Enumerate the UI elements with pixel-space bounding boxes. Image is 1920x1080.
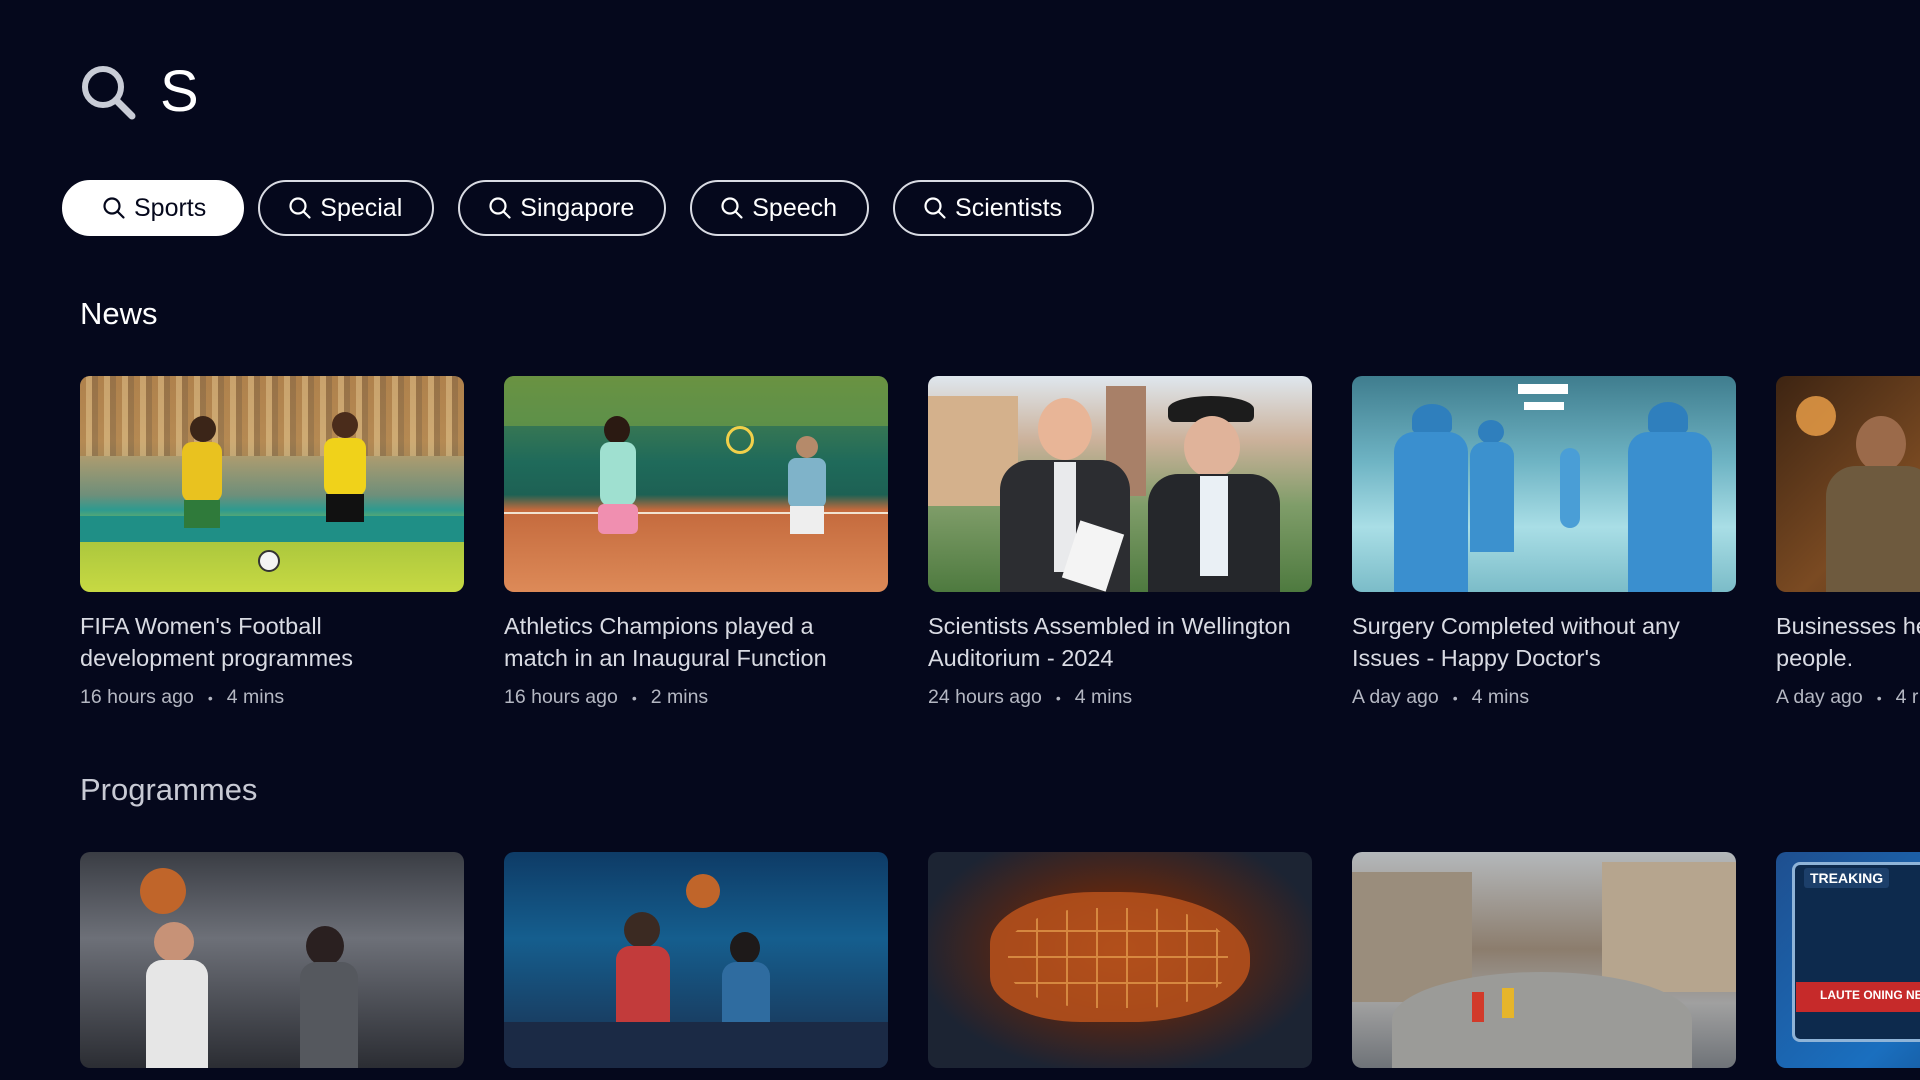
search-icon <box>82 66 136 120</box>
news-card-title: Athletics Champions played a match in an… <box>504 613 827 671</box>
news-card[interactable]: Businesses he people. A day ago • 4 r <box>1776 376 1920 709</box>
meta-separator: • <box>207 689 213 706</box>
news-card-time: 16 hours ago <box>80 686 194 708</box>
chip-special[interactable]: Special <box>258 180 435 236</box>
news-card-meta: A day ago • 4 r <box>1776 686 1920 709</box>
programme-thumbnail <box>1352 852 1736 1068</box>
news-card-time: A day ago <box>1776 686 1863 708</box>
news-row: FIFA Women's Football development progra… <box>80 376 1920 709</box>
meta-separator: • <box>631 689 637 706</box>
news-card-meta: 16 hours ago • 4 mins <box>80 686 464 709</box>
news-thumbnail <box>504 376 888 592</box>
suggestion-chips: Sports Special Singapore Speech Scientis… <box>62 180 1118 236</box>
search-icon <box>721 197 743 219</box>
meta-separator: • <box>1055 689 1061 706</box>
page: S Sports Special Singapore Speech Scient… <box>0 0 1920 1080</box>
news-card-time: A day ago <box>1352 686 1439 708</box>
news-card[interactable]: FIFA Women's Football development progra… <box>80 376 464 709</box>
chip-label: Special <box>320 193 403 222</box>
news-card[interactable]: Athletics Champions played a match in an… <box>504 376 888 709</box>
programme-card[interactable]: TREAKING LAUTE ONING NEWS <box>1776 852 1920 1068</box>
news-thumbnail <box>80 376 464 592</box>
news-card-title: Businesses he people. <box>1776 613 1920 671</box>
programme-thumb-text: LAUTE ONING NEWS <box>1820 988 1920 1002</box>
news-card-duration: 4 mins <box>1074 686 1133 708</box>
chip-speech[interactable]: Speech <box>690 180 870 236</box>
news-card-title: FIFA Women's Football development progra… <box>80 613 353 671</box>
programme-card[interactable] <box>1352 852 1736 1068</box>
news-card-duration: 4 r <box>1895 686 1919 708</box>
meta-separator: • <box>1876 689 1882 706</box>
programme-thumbnail: TREAKING LAUTE ONING NEWS <box>1776 852 1920 1068</box>
programme-thumbnail <box>80 852 464 1068</box>
programme-thumbnail <box>504 852 888 1068</box>
news-thumbnail <box>1352 376 1736 592</box>
news-card-time: 24 hours ago <box>928 686 1042 708</box>
chip-sports[interactable]: Sports <box>62 180 245 236</box>
search-icon <box>103 197 125 219</box>
programme-thumb-text: TREAKING <box>1804 868 1890 888</box>
news-thumbnail <box>928 376 1312 592</box>
news-card-duration: 4 mins <box>226 686 285 708</box>
meta-separator: • <box>1452 689 1458 706</box>
chip-singapore[interactable]: Singapore <box>458 180 667 236</box>
news-card-meta: A day ago • 4 mins <box>1352 686 1736 709</box>
programme-card[interactable] <box>80 852 464 1068</box>
news-card-meta: 24 hours ago • 4 mins <box>928 686 1312 709</box>
news-card-duration: 4 mins <box>1471 686 1530 708</box>
chip-label: Singapore <box>520 193 635 222</box>
news-thumbnail <box>1776 376 1920 592</box>
chip-label: Speech <box>752 193 838 222</box>
programmes-row: TREAKING LAUTE ONING NEWS <box>80 852 1920 1068</box>
news-card-time: 16 hours ago <box>504 686 618 708</box>
search-icon <box>289 197 311 219</box>
news-card-meta: 16 hours ago • 2 mins <box>504 686 888 709</box>
news-card-duration: 2 mins <box>650 686 709 708</box>
news-card-title: Surgery Completed without any Issues - H… <box>1352 613 1680 671</box>
search-icon <box>924 197 946 219</box>
programmes-section-title: Programmes <box>80 772 258 807</box>
news-card[interactable]: Scientists Assembled in Wellington Audit… <box>928 376 1312 709</box>
news-section-title: News <box>80 296 158 331</box>
programme-card[interactable] <box>504 852 888 1068</box>
programme-card[interactable] <box>928 852 1312 1068</box>
programme-thumbnail <box>928 852 1312 1068</box>
chip-label: Sports <box>134 193 207 222</box>
news-card-title: Scientists Assembled in Wellington Audit… <box>928 613 1291 671</box>
chip-scientists[interactable]: Scientists <box>893 180 1095 236</box>
news-card[interactable]: Surgery Completed without any Issues - H… <box>1352 376 1736 709</box>
search-query[interactable]: S <box>160 63 199 121</box>
chip-label: Scientists <box>955 193 1063 222</box>
search-bar[interactable]: S <box>78 62 199 122</box>
search-icon <box>489 197 511 219</box>
